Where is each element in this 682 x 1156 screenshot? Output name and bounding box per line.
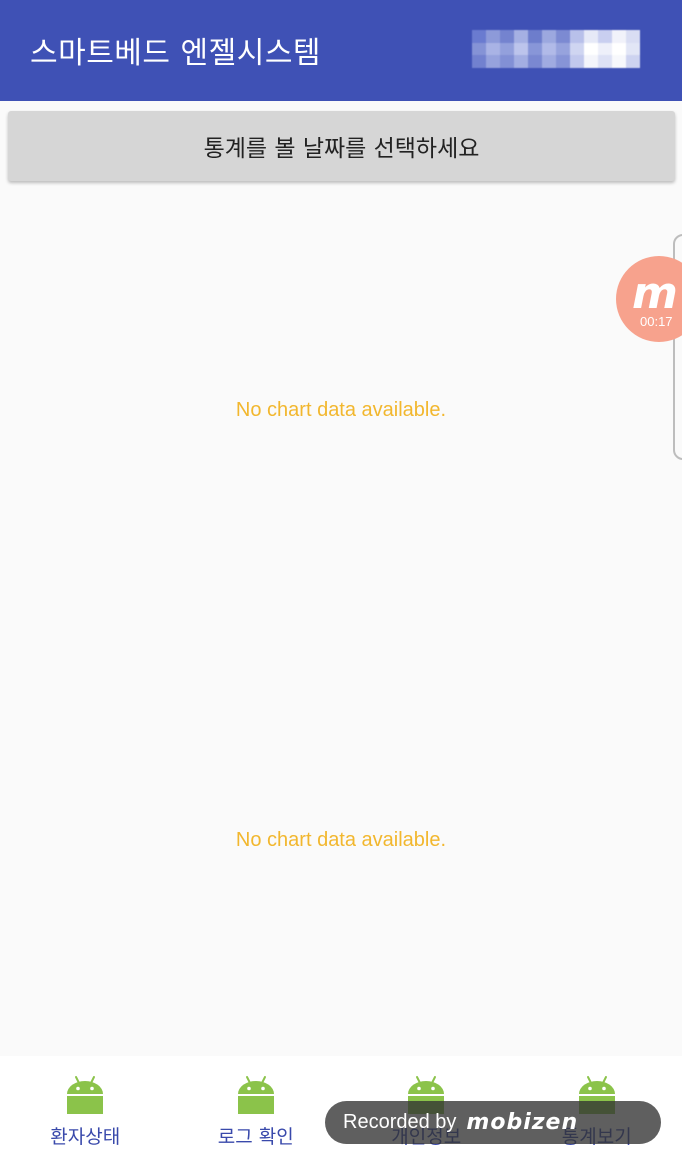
app-bar: 스마트베드 엔젤시스템 (0, 0, 682, 101)
select-date-button[interactable]: 통계를 볼 날짜를 선택하세요 (8, 111, 675, 181)
nav-item-log-check[interactable]: 로그 확인 (171, 1056, 342, 1156)
no-chart-data-message: No chart data available. (235, 828, 447, 851)
no-chart-data-message: No chart data available. (235, 398, 447, 421)
mobizen-logo-icon: m (632, 268, 678, 319)
recording-timer: 00:17 (640, 314, 673, 329)
app-title: 스마트베드 엔젤시스템 (30, 36, 322, 71)
nav-item-patient-status[interactable]: 환자상태 (0, 1056, 171, 1156)
recorded-by-text: Recorded by (343, 1111, 457, 1133)
chart-area-1: No chart data available. (0, 190, 682, 630)
mobizen-logo: mobizen (466, 1110, 579, 1135)
chart-area-2: No chart data available. (0, 625, 682, 1055)
android-icon (237, 1076, 274, 1114)
blurred-user-name (472, 30, 640, 68)
nav-label: 로그 확인 (217, 1126, 294, 1148)
recorded-by-watermark: Recorded by mobizen (325, 1101, 661, 1144)
android-icon (67, 1076, 104, 1114)
nav-label: 환자상태 (50, 1126, 121, 1148)
app-root: 스마트베드 엔젤시스템 통계를 볼 날짜를 선택하세요 No chart dat… (0, 0, 682, 1156)
